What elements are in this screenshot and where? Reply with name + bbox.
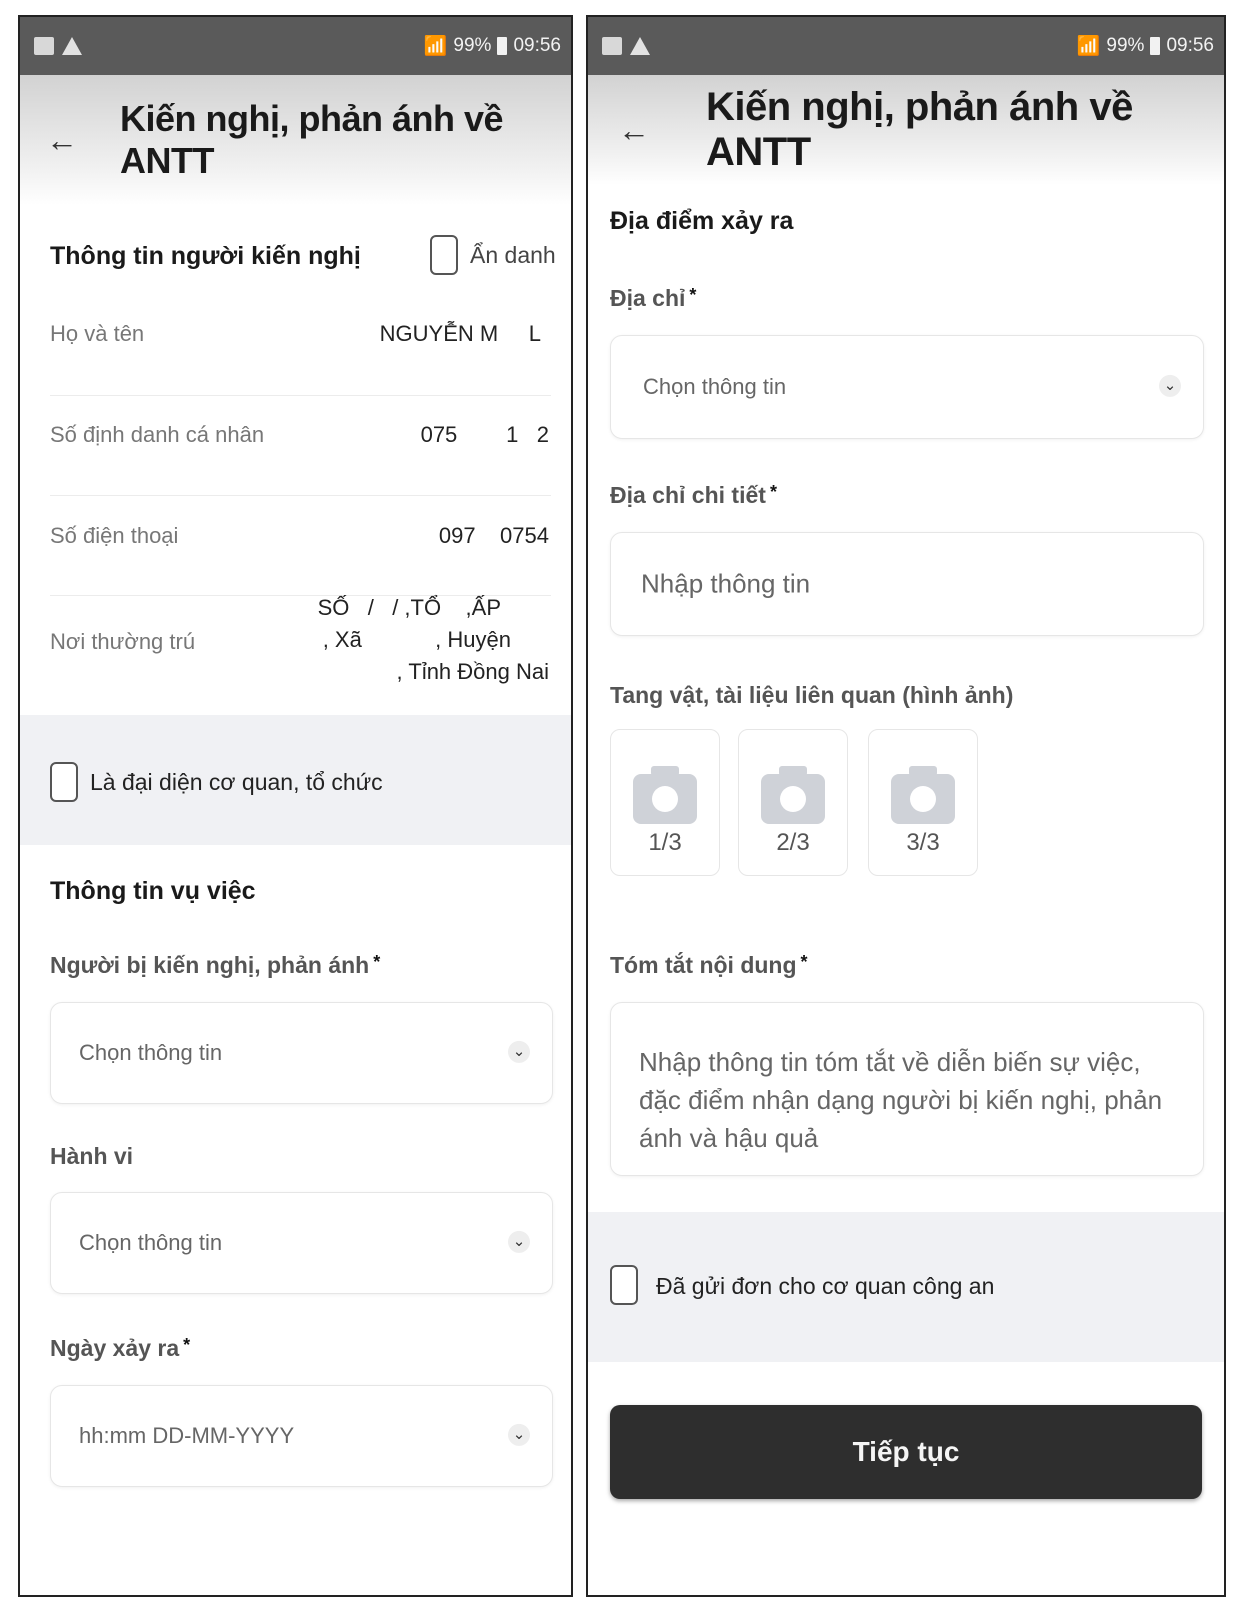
camera-icon [761,766,825,824]
gallery-icon [34,37,54,55]
name-value: NGUYỄN M L [379,321,541,346]
page-title: Kiến nghị, phản ánh về ANTT [706,85,1133,174]
accused-label: Người bị kiến nghị, phản ánh * [50,952,381,978]
address-placeholder: Chọn thông tin [643,374,787,399]
warning-icon [62,37,82,55]
page-title: Kiến nghị, phản ánh về ANTT [120,98,504,181]
detail-address-input[interactable]: Nhập thông tin [610,532,1204,636]
chevron-down-icon: ⌄ [508,1230,530,1253]
left-screen: 📶 99% 09:56 ← Kiến nghị, phản ánh về ANT… [18,15,573,1597]
summary-textarea[interactable]: Nhập thông tin tóm tắt về diễn biến sự v… [610,1002,1204,1176]
address-select[interactable]: Chọn thông tin ⌄ [610,335,1204,439]
date-label: Ngày xảy ra * [50,1335,191,1361]
back-arrow-icon[interactable]: ← [46,122,78,159]
photo-count: 1/3 [648,829,682,856]
organization-label: Là đại diện cơ quan, tổ chức [90,769,383,795]
summary-label: Tóm tắt nội dung * [610,952,808,978]
behavior-select[interactable]: Chọn thông tin ⌄ [50,1192,553,1294]
required-mark: * [183,1335,191,1355]
right-screen: 📶 99% 09:56 ← Kiến nghị, phản ánh về ANT… [586,15,1226,1597]
id-label: Số định danh cá nhân [50,422,265,447]
accused-select[interactable]: Chọn thông tin ⌄ [50,1002,553,1104]
phone-value: 097 0754 [438,523,549,548]
accused-placeholder: Chọn thông tin [79,1040,223,1065]
residence-line2: , Xã , Huyện [322,627,511,652]
status-bar: 📶 99% 09:56 [20,17,571,75]
clock: 09:56 [1166,35,1214,56]
signal-icon: 📶 [423,36,448,57]
photo-slot-1[interactable]: 1/3 [610,729,720,876]
behavior-placeholder: Chọn thông tin [79,1230,223,1255]
clock: 09:56 [513,35,561,56]
organization-checkbox[interactable] [50,762,78,802]
sent-to-police-label: Đã gửi đơn cho cơ quan công an [656,1273,995,1299]
battery-icon [1150,37,1161,55]
camera-icon [891,766,955,824]
behavior-label: Hành vi [50,1143,134,1169]
battery-percent: 99% [453,35,492,56]
id-value: 075 1 2 [420,422,549,447]
location-section-title: Địa điểm xảy ra [610,207,794,235]
divider [50,495,551,496]
case-section-title: Thông tin vụ việc [50,877,256,905]
camera-icon [633,766,697,824]
residence-line1: SỐ / / ,TỔ ,ẤP [317,595,501,620]
warning-icon [630,37,650,55]
signal-icon: 📶 [1076,36,1101,57]
required-mark: * [689,285,697,305]
chevron-down-icon: ⌄ [508,1423,530,1446]
residence-label: Nơi thường trú [50,629,196,654]
petitioner-section-title: Thông tin người kiến nghị [50,242,361,270]
required-mark: * [769,482,777,502]
photo-count: 3/3 [906,829,940,856]
battery-icon [497,37,508,55]
status-bar: 📶 99% 09:56 [588,17,1224,75]
gallery-icon [602,37,622,55]
app-bar: ← Kiến nghị, phản ánh về ANTT [20,75,571,205]
anonymous-label: Ẩn danh [470,242,556,268]
anonymous-checkbox[interactable] [430,235,458,275]
photo-slot-3[interactable]: 3/3 [868,729,978,876]
divider [50,395,551,396]
name-label: Họ và tên [50,321,145,346]
residence-line3: , Tỉnh Đồng Nai [396,659,549,684]
phone-label: Số điện thoại [50,523,179,548]
sent-to-police-checkbox[interactable] [610,1265,638,1305]
photo-count: 2/3 [776,829,810,856]
required-mark: * [373,952,381,972]
date-placeholder: hh:mm DD-MM-YYYY [79,1423,295,1448]
date-picker[interactable]: hh:mm DD-MM-YYYY ⌄ [50,1385,553,1487]
battery-percent: 99% [1106,35,1145,56]
summary-placeholder: Nhập thông tin tóm tắt về diễn biến sự v… [639,1047,1163,1153]
chevron-down-icon: ⌄ [1159,374,1181,397]
detail-address-label: Địa chỉ chi tiết * [610,482,777,508]
chevron-down-icon: ⌄ [508,1040,530,1063]
app-bar: ← Kiến nghị, phản ánh về ANTT [588,75,1224,185]
required-mark: * [800,952,808,972]
photo-slot-2[interactable]: 2/3 [738,729,848,876]
continue-button[interactable]: Tiếp tục [610,1405,1202,1499]
detail-address-placeholder: Nhập thông tin [641,568,811,599]
evidence-label: Tang vật, tài liệu liên quan (hình ảnh) [610,682,1014,708]
address-label: Địa chỉ * [610,285,697,311]
back-arrow-icon[interactable]: ← [618,112,650,149]
